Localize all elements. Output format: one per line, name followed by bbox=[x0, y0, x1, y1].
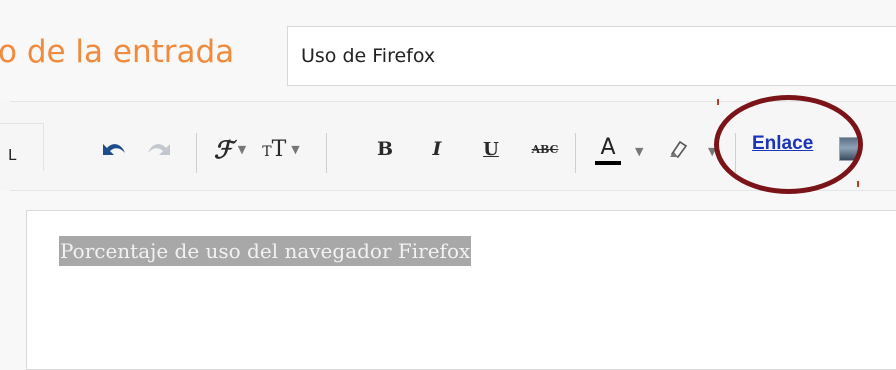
font-size-icon: TT bbox=[262, 136, 287, 162]
annotation-tick bbox=[857, 181, 859, 187]
html-tab-border-top bbox=[0, 123, 44, 124]
toolbar-top-divider bbox=[10, 101, 896, 102]
toolbar-separator bbox=[326, 133, 327, 173]
post-title-input[interactable] bbox=[287, 26, 896, 86]
chevron-down-icon: ▼ bbox=[237, 142, 247, 156]
editor-body[interactable] bbox=[26, 210, 896, 370]
link-button[interactable]: Enlace bbox=[752, 133, 813, 155]
html-tab[interactable]: L bbox=[8, 146, 16, 164]
font-family-button[interactable]: ℱ ▼ bbox=[208, 134, 252, 164]
chevron-down-icon: ▼ bbox=[291, 142, 300, 156]
font-family-icon: ℱ bbox=[213, 134, 233, 164]
toolbar-separator bbox=[735, 133, 736, 173]
insert-image-icon[interactable] bbox=[839, 137, 858, 161]
strikethrough-button[interactable]: ABC bbox=[526, 134, 564, 164]
toolbar-separator bbox=[575, 133, 576, 173]
underline-button[interactable]: U bbox=[478, 134, 504, 164]
editor-selected-text[interactable]: Porcentaje de uso del navegador Firefox bbox=[59, 236, 472, 266]
annotation-tick bbox=[717, 99, 719, 105]
chevron-down-icon[interactable]: ▼ bbox=[635, 145, 643, 158]
highlight-color-button[interactable] bbox=[664, 134, 692, 162]
chevron-down-icon[interactable]: ▼ bbox=[708, 145, 716, 158]
text-color-button[interactable]: A bbox=[590, 132, 626, 168]
redo-button[interactable] bbox=[142, 138, 176, 160]
text-color-swatch bbox=[595, 160, 621, 165]
text-color-label: A bbox=[600, 134, 616, 160]
toolbar-separator bbox=[196, 133, 197, 173]
redo-icon bbox=[148, 144, 170, 155]
font-size-button[interactable]: TT ▼ bbox=[256, 134, 306, 164]
undo-icon bbox=[103, 144, 125, 155]
post-title-label: o de la entrada bbox=[0, 34, 235, 70]
italic-button[interactable]: I bbox=[424, 134, 450, 164]
highlighter-icon bbox=[670, 140, 688, 159]
toolbar-bottom-divider bbox=[10, 190, 896, 191]
html-tab-border-right bbox=[43, 123, 44, 171]
bold-button[interactable]: B bbox=[372, 134, 398, 164]
undo-button[interactable] bbox=[97, 138, 131, 160]
